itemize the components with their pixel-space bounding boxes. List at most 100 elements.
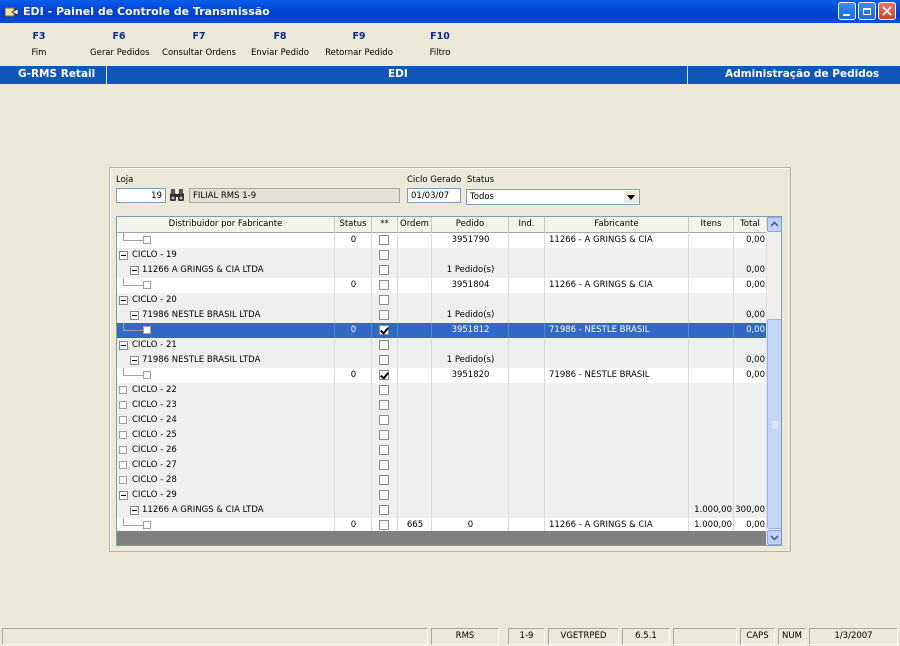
cell-status (335, 458, 372, 473)
table-row[interactable]: CICLO - 22 (117, 383, 767, 398)
select-checkbox[interactable] (379, 430, 389, 440)
loja-input[interactable]: 19 (116, 188, 166, 203)
f6-gerar-pedidos-button[interactable]: F6 Gerar Pedidos (90, 31, 150, 58)
f9-retornar-pedido-button[interactable]: F9 Retornar Pedido (323, 31, 395, 58)
f8-enviar-pedido-button[interactable]: F8 Enviar Pedido (249, 31, 311, 58)
node-box-icon[interactable] (119, 476, 127, 484)
col-ordem[interactable]: Ordem (398, 217, 432, 233)
leaf-checkbox[interactable] (143, 521, 151, 529)
loja-name-field: FILIAL RMS 1-9 (189, 188, 400, 203)
collapse-icon[interactable] (119, 341, 128, 350)
table-row[interactable]: CICLO - 24 (117, 413, 767, 428)
table-row[interactable]: 0 3951804 11266 - A GRINGS & CIA 0,00 (117, 278, 767, 293)
node-box-icon[interactable] (119, 461, 127, 469)
table-row[interactable]: CICLO - 19 (117, 248, 767, 263)
minimize-button[interactable] (838, 2, 856, 20)
node-box-icon[interactable] (119, 416, 127, 424)
select-checkbox[interactable] (379, 415, 389, 425)
leaf-checkbox[interactable] (143, 326, 151, 334)
select-checkbox[interactable] (379, 265, 389, 275)
ciclo-gerado-input[interactable]: 01/03/07 (407, 188, 461, 203)
cell-fabricante (549, 308, 689, 323)
table-row[interactable]: 11266 A GRINGS & CIA LTDA 1 Pedido(s) 0,00 (117, 263, 767, 278)
binoculars-icon[interactable] (169, 188, 185, 202)
col-status[interactable]: Status (335, 217, 372, 233)
select-checkbox[interactable] (379, 325, 389, 335)
table-row[interactable]: CICLO - 26 (117, 443, 767, 458)
select-checkbox[interactable] (379, 505, 389, 515)
select-checkbox[interactable] (379, 445, 389, 455)
collapse-icon[interactable] (119, 251, 128, 260)
table-row[interactable]: CICLO - 29 (117, 488, 767, 503)
scroll-down-button[interactable] (767, 530, 781, 545)
grid-header: Distribuidor por Fabricante Status ** Or… (117, 217, 767, 233)
select-checkbox[interactable] (379, 250, 389, 260)
col-ind[interactable]: Ind. (509, 217, 545, 233)
collapse-icon[interactable] (130, 356, 139, 365)
col-total[interactable]: Total (734, 217, 767, 233)
cell-pedido (432, 503, 509, 518)
loja-label: Loja (116, 175, 134, 185)
collapse-icon[interactable] (130, 506, 139, 515)
table-row[interactable]: CICLO - 27 (117, 458, 767, 473)
leaf-checkbox[interactable] (143, 236, 151, 244)
f7-consultar-ordens-button[interactable]: F7 Consultar Ordens (161, 31, 237, 58)
select-checkbox[interactable] (379, 490, 389, 500)
col-itens[interactable]: Itens (689, 217, 734, 233)
f8-key-label: F8 (273, 31, 287, 42)
select-checkbox[interactable] (379, 400, 389, 410)
select-checkbox[interactable] (379, 340, 389, 350)
node-box-icon[interactable] (119, 401, 127, 409)
close-button[interactable] (878, 2, 896, 20)
f3-fim-button[interactable]: F3 Fim (28, 31, 50, 58)
leaf-checkbox[interactable] (143, 281, 151, 289)
select-checkbox[interactable] (379, 310, 389, 320)
node-box-icon[interactable] (119, 386, 127, 394)
select-checkbox[interactable] (379, 355, 389, 365)
node-box-icon[interactable] (119, 431, 127, 439)
vertical-scrollbar[interactable] (766, 217, 781, 545)
orders-tree-grid[interactable]: Distribuidor por Fabricante Status ** Or… (116, 216, 782, 546)
col-mark[interactable]: ** (372, 217, 398, 233)
cell-ind (509, 488, 545, 503)
select-checkbox[interactable] (379, 385, 389, 395)
select-checkbox[interactable] (379, 235, 389, 245)
col-distribuidor[interactable]: Distribuidor por Fabricante (117, 217, 335, 233)
table-row[interactable]: 0 3951820 71986 - NESTLE BRASIL 0,00 (117, 368, 767, 383)
restore-button[interactable] (858, 2, 876, 20)
select-checkbox[interactable] (379, 280, 389, 290)
select-checkbox[interactable] (379, 295, 389, 305)
collapse-icon[interactable] (130, 311, 139, 320)
select-checkbox[interactable] (379, 370, 389, 380)
select-checkbox[interactable] (379, 520, 389, 530)
collapse-icon[interactable] (119, 296, 128, 305)
status-program-panel: VGETRPED (548, 628, 619, 645)
table-row[interactable]: 11266 A GRINGS & CIA LTDA 1.000,00 300,00 (117, 503, 767, 518)
table-row[interactable]: 0 3951812 71986 - NESTLE BRASIL 0,00 (117, 323, 767, 338)
table-row[interactable]: CICLO - 23 (117, 398, 767, 413)
f10-filtro-button[interactable]: F10 Filtro (424, 31, 456, 58)
collapse-icon[interactable] (119, 491, 128, 500)
table-row[interactable]: 71986 NESTLE BRASIL LTDA 1 Pedido(s) 0,00 (117, 353, 767, 368)
scroll-up-button[interactable] (767, 217, 781, 232)
scroll-thumb[interactable] (767, 319, 781, 529)
f9-key-label: F9 (352, 31, 366, 42)
cell-ind (509, 323, 545, 338)
col-fabricante[interactable]: Fabricante (545, 217, 689, 233)
leaf-checkbox[interactable] (143, 371, 151, 379)
table-row[interactable]: 71986 NESTLE BRASIL LTDA 1 Pedido(s) 0,00 (117, 308, 767, 323)
select-checkbox[interactable] (379, 460, 389, 470)
collapse-icon[interactable] (130, 266, 139, 275)
col-pedido[interactable]: Pedido (432, 217, 509, 233)
table-row[interactable]: 0 3951790 11266 - A GRINGS & CIA 0,00 (117, 233, 767, 248)
tree-line (123, 323, 124, 330)
dropdown-arrow-button[interactable] (624, 191, 638, 203)
table-row[interactable]: CICLO - 21 (117, 338, 767, 353)
node-box-icon[interactable] (119, 446, 127, 454)
table-row[interactable]: CICLO - 20 (117, 293, 767, 308)
table-row[interactable]: CICLO - 25 (117, 428, 767, 443)
status-select[interactable]: Todos (466, 189, 640, 205)
distributor-label: 71986 NESTLE BRASIL LTDA (142, 310, 261, 320)
table-row[interactable]: CICLO - 28 (117, 473, 767, 488)
select-checkbox[interactable] (379, 475, 389, 485)
